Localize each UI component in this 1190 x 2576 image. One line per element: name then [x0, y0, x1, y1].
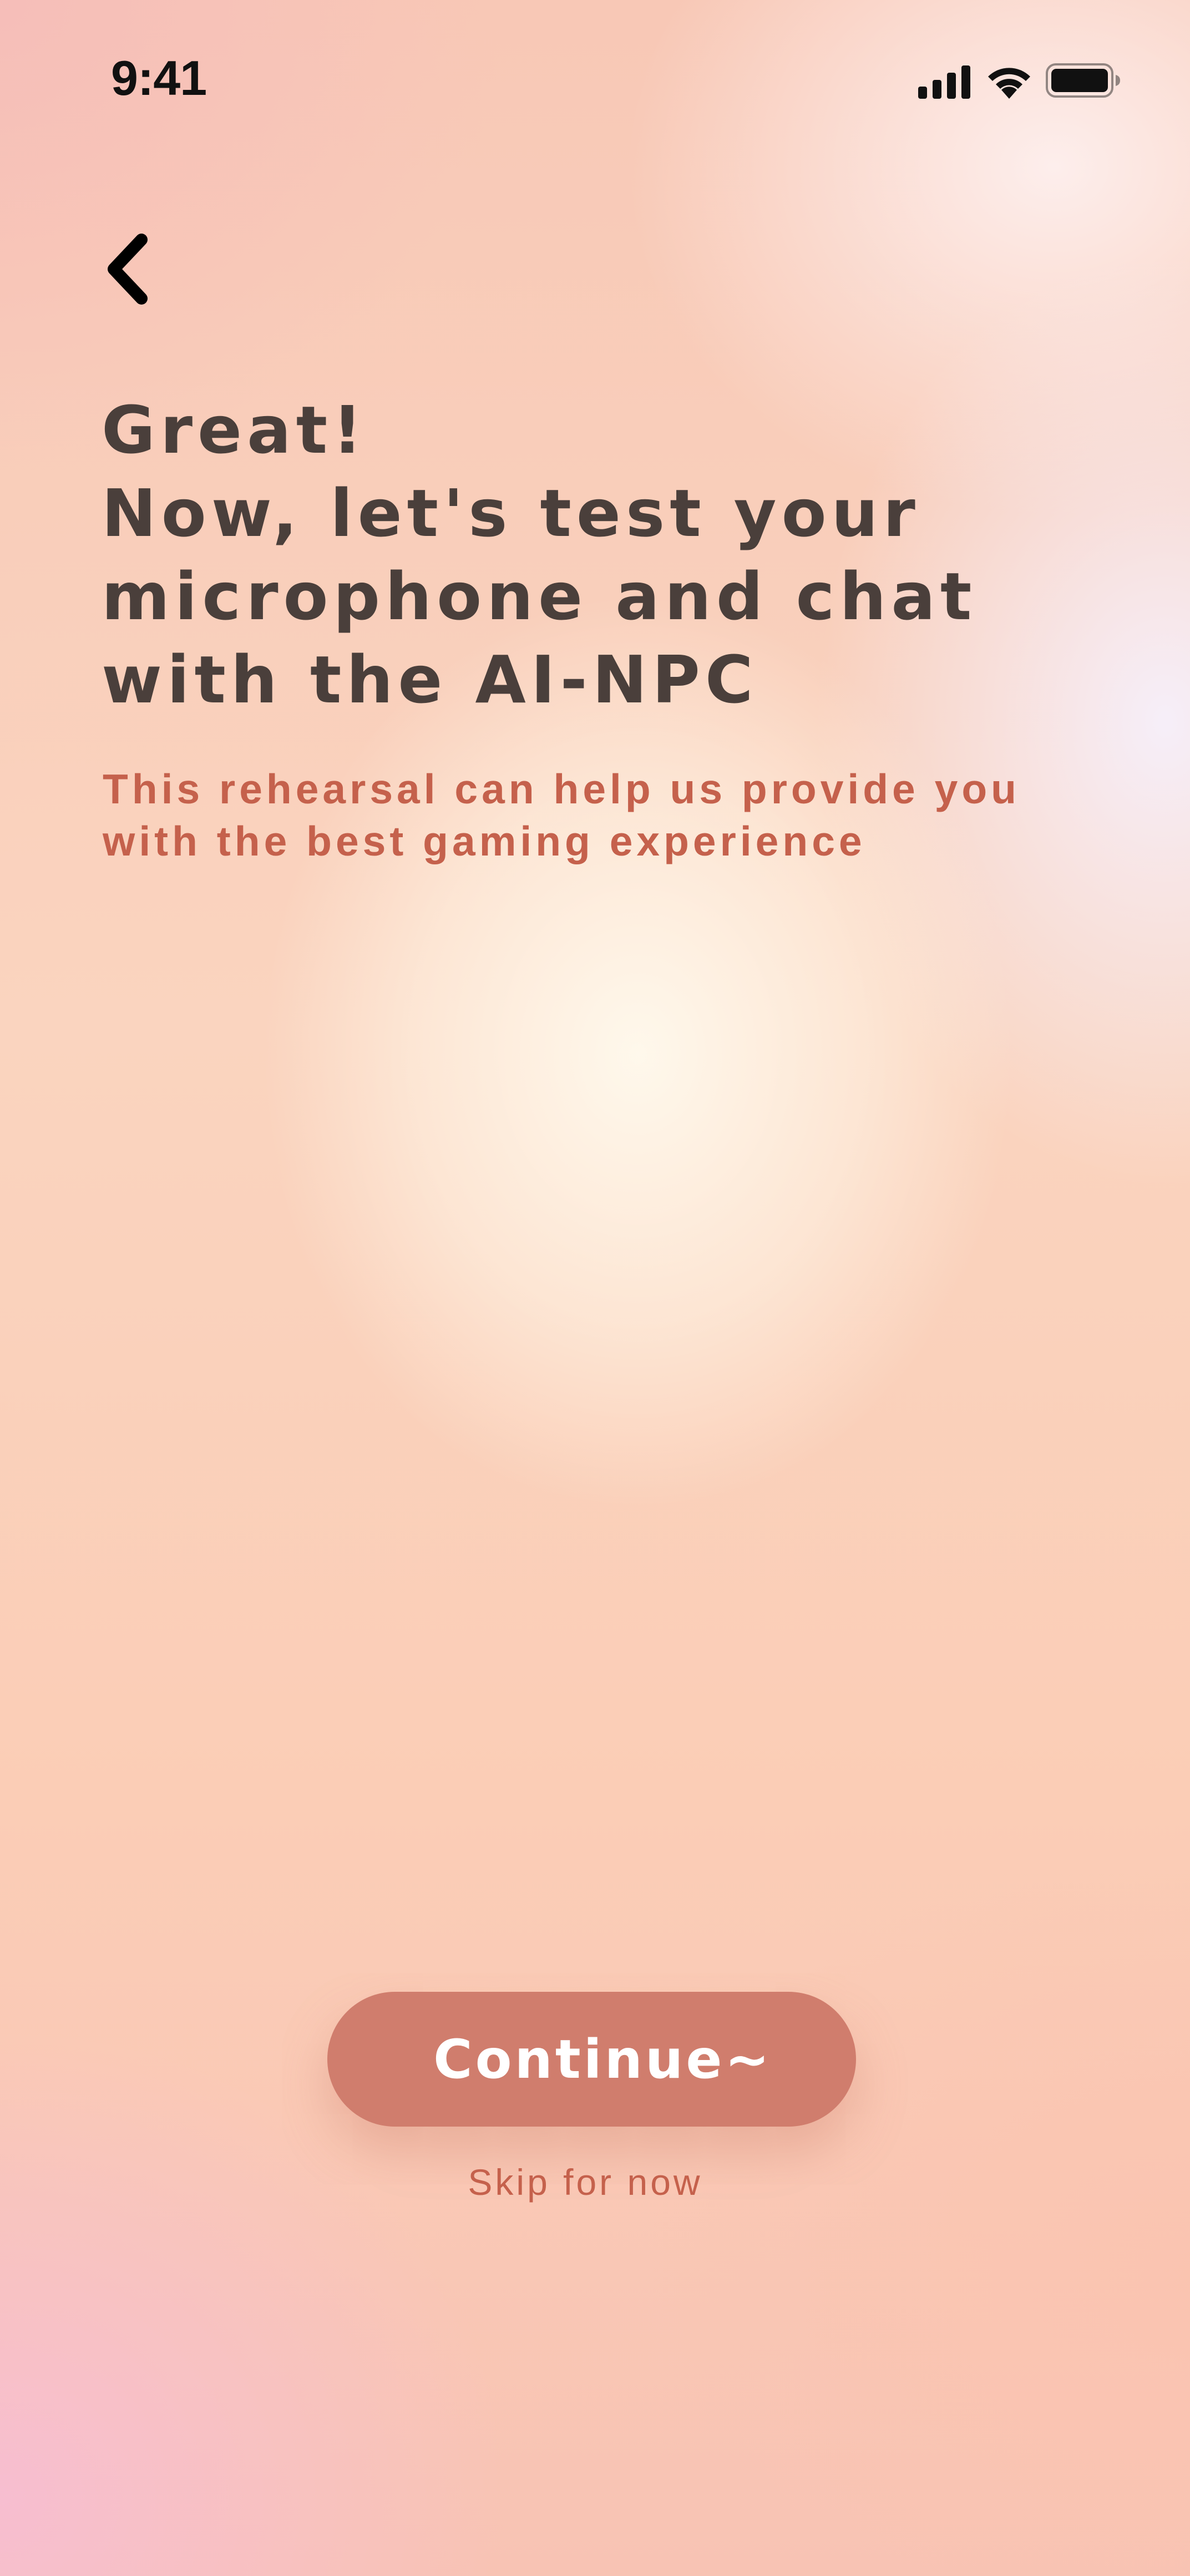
chevron-left-icon	[108, 234, 148, 305]
title-line: with the AI-NPC	[102, 641, 758, 718]
title-line: microphone and chat	[102, 558, 977, 635]
back-button[interactable]	[92, 227, 158, 311]
subtitle-line: This rehearsal can help us provide you	[103, 766, 1020, 812]
continue-button[interactable]: Continue~	[327, 1992, 856, 2127]
wifi-icon	[988, 68, 1030, 99]
status-time: 9:41	[111, 50, 207, 105]
page-title: Great! Now, let's test your microphone a…	[102, 388, 1100, 721]
status-bar: 9:41	[0, 0, 1190, 161]
signal-icon	[918, 65, 970, 99]
skip-link[interactable]: Skip for now	[0, 2161, 1171, 2203]
continue-button-label: Continue~	[433, 2028, 772, 2091]
subtitle-line: with the best gaming experience	[103, 818, 866, 864]
battery-icon	[1046, 63, 1120, 98]
page-subtitle: This rehearsal can help us provide you w…	[103, 763, 1157, 867]
title-line: Great!	[102, 392, 367, 468]
title-line: Now, let's test your	[102, 475, 920, 551]
